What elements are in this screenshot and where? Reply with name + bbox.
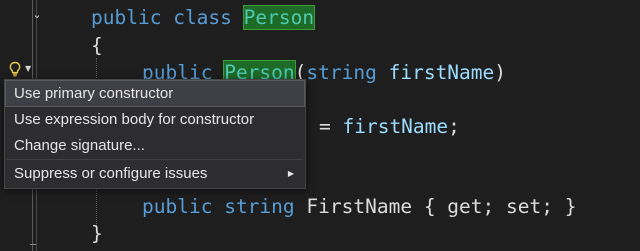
menu-item-suppress-or-configure[interactable]: Suppress or configure issues ▶ <box>6 161 304 186</box>
code-line-open-brace: { <box>91 31 103 61</box>
code-editor[interactable]: ⌄ public class Person { public Person(st… <box>0 0 640 251</box>
menu-item-change-signature[interactable]: Change signature... <box>6 133 304 158</box>
keyword: string <box>306 61 377 84</box>
code-line-assignment: = firstName; <box>319 112 460 142</box>
keyword: string <box>224 195 295 218</box>
quick-actions-menu: Use primary constructor Use expression b… <box>4 79 306 189</box>
paren-close: ) <box>494 61 507 84</box>
menu-item-use-primary-constructor[interactable]: Use primary constructor <box>5 80 305 107</box>
chevron-right-icon: ▶ <box>287 169 294 178</box>
brace: { <box>91 34 103 57</box>
keyword: class <box>173 6 232 29</box>
menu-item-label: Change signature... <box>14 137 145 154</box>
keyword: public <box>142 195 213 218</box>
code-line-class-declaration: public class Person <box>91 3 316 33</box>
property-name: FirstName <box>306 195 413 218</box>
assign-operator: = <box>319 115 343 138</box>
semicolon: ; <box>448 115 460 138</box>
menu-separator <box>7 159 303 160</box>
quick-actions-button[interactable]: ▼ <box>8 59 42 79</box>
keyword: public <box>91 6 162 29</box>
code-line-property: public string FirstName { get; set; } <box>142 192 576 222</box>
lightbulb-icon <box>8 61 22 77</box>
identifier: firstName <box>342 115 449 138</box>
menu-item-label: Use primary constructor <box>14 85 174 102</box>
fold-marker <box>30 244 36 245</box>
menu-item-use-expression-body[interactable]: Use expression body for constructor <box>6 107 304 132</box>
class-name-highlight: Person <box>242 5 316 30</box>
parameter-name: firstName <box>388 61 495 84</box>
accessors: { get; set; } <box>412 195 577 218</box>
brace: } <box>91 222 103 245</box>
menu-item-label: Use expression body for constructor <box>14 111 255 128</box>
fold-chevron-icon[interactable]: ⌄ <box>30 8 44 22</box>
chevron-down-icon[interactable]: ▼ <box>25 59 31 79</box>
menu-item-label: Suppress or configure issues <box>14 165 208 182</box>
code-line-close-brace: } <box>91 219 103 249</box>
